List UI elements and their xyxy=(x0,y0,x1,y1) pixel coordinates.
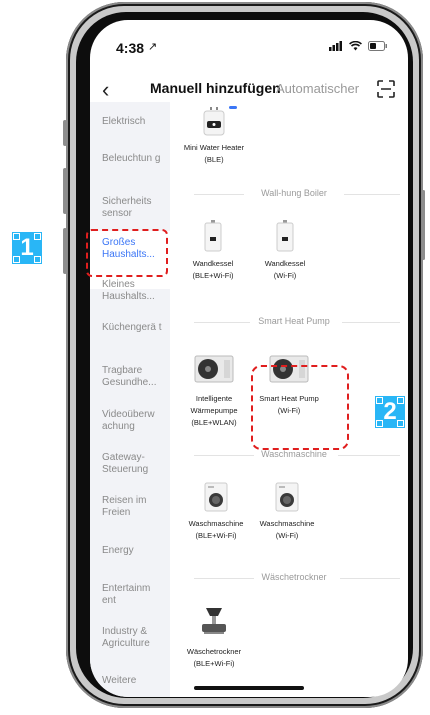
waschmaschine-ble-name: Waschmaschine xyxy=(188,519,244,528)
sidebar-item-videoueberwachung[interactable]: Videoüberw achung xyxy=(102,409,166,433)
section-title: Waschmaschine xyxy=(261,449,327,459)
section-divider xyxy=(344,194,400,195)
waschmaschine-wifi-label[interactable]: Waschmaschine (Wi-Fi) xyxy=(247,518,327,542)
sidebar-item-entertainment[interactable]: Entertainm ent xyxy=(102,583,166,607)
sidebar-item-beleuchtung[interactable]: Beleuchtun g xyxy=(102,153,166,165)
wandkessel-wifi-icon[interactable] xyxy=(276,220,294,257)
status-icons xyxy=(329,41,388,51)
waermepumpe-name: Intelligente xyxy=(195,394,233,403)
sidebar-item-energy[interactable]: Energy xyxy=(102,545,166,557)
waschmaschine-ble-icon[interactable] xyxy=(204,482,228,517)
section-smart-heat-pump: Smart Heat Pump xyxy=(184,316,404,326)
waermepumpe-name2: Wärmepumpe xyxy=(190,406,238,415)
tab-manual-add[interactable]: Manuell hinzufügen xyxy=(150,80,281,96)
waschmaschine-wifi-icon[interactable] xyxy=(275,482,299,517)
home-indicator[interactable] xyxy=(194,686,304,690)
waschmaschine-wifi-sub: (Wi-Fi) xyxy=(275,531,299,540)
mini-water-heater-label[interactable]: Mini Water Heater (BLE) xyxy=(174,142,254,166)
mute-switch xyxy=(63,120,67,146)
badge-corner xyxy=(13,233,20,240)
section-divider xyxy=(194,194,244,195)
power-button xyxy=(422,190,425,260)
annotation-badge-1: 1 xyxy=(12,232,42,264)
waeschetrockner-sub: (BLE+Wi-Fi) xyxy=(193,659,235,668)
waermepumpe-label[interactable]: Intelligente Wärmepumpe (BLE+WLAN) xyxy=(174,393,254,429)
badge-2-number: 2 xyxy=(383,398,397,425)
section-wall-hung-boiler: Wall-hung Boiler xyxy=(184,188,404,198)
back-chevron-icon[interactable]: ‹ xyxy=(102,76,109,104)
scan-icon[interactable] xyxy=(377,80,395,98)
wandkessel-wifi-name: Wandkessel xyxy=(264,259,306,268)
badge-corner xyxy=(397,397,404,404)
mini-water-heater-sub: (BLE) xyxy=(204,155,224,164)
battery-icon xyxy=(368,41,387,51)
category-sidebar: Elektrisch Beleuchtun g Sicherheits sens… xyxy=(90,102,170,697)
mini-water-heater-icon[interactable] xyxy=(202,107,226,142)
mini-water-heater-name: Mini Water Heater xyxy=(183,143,245,152)
badge-corner xyxy=(34,233,41,240)
sidebar-item-tragbare-gesundheit[interactable]: Tragbare Gesundhe... xyxy=(102,365,166,389)
sidebar-item-kuechengeraet[interactable]: Küchengerä t xyxy=(102,322,166,334)
volume-up-button xyxy=(63,168,67,214)
waeschetrockner-icon[interactable] xyxy=(200,606,228,641)
tab-automatic[interactable]: Automatischer xyxy=(276,81,359,96)
waermepumpe-sub: (BLE+WLAN) xyxy=(191,418,237,427)
section-divider xyxy=(338,455,400,456)
sidebar-item-industry[interactable]: Industry & Agriculture xyxy=(102,626,166,650)
sidebar-item-sicherheitssensor[interactable]: Sicherheits sensor xyxy=(102,196,166,220)
badge-corner xyxy=(13,256,20,263)
badge-corner xyxy=(376,420,383,427)
section-waschmaschine: Waschmaschine xyxy=(184,449,404,459)
wandkessel-ble-name: Wandkessel xyxy=(192,259,234,268)
section-waeschetrockner: Wäschetrockner xyxy=(184,572,404,582)
sidebar-item-weitere[interactable]: Weitere xyxy=(102,675,166,687)
volume-down-button xyxy=(63,228,67,274)
waeschetrockner-name: Wäschetrockner xyxy=(186,647,242,656)
section-title: Wäschetrockner xyxy=(261,572,327,582)
wandkessel-ble-icon[interactable] xyxy=(204,220,222,257)
section-divider xyxy=(194,455,254,456)
status-bar: 4:38 ↗ xyxy=(90,20,408,66)
annotation-box-2 xyxy=(251,365,349,450)
location-arrow-icon: ↗ xyxy=(148,41,158,53)
sidebar-item-reisen[interactable]: Reisen im Freien xyxy=(102,495,166,519)
wifi-icon xyxy=(349,41,362,51)
section-divider xyxy=(194,578,254,579)
section-title: Wall-hung Boiler xyxy=(261,188,327,198)
badge-corner xyxy=(397,420,404,427)
annotation-box-1 xyxy=(86,229,168,277)
wandkessel-wifi-sub: (Wi-Fi) xyxy=(273,271,297,280)
waermepumpe-icon[interactable] xyxy=(194,354,234,391)
badge-corner xyxy=(376,397,383,404)
badge-corner xyxy=(34,256,41,263)
section-divider xyxy=(340,578,400,579)
wandkessel-ble-sub: (BLE+Wi-Fi) xyxy=(192,271,234,280)
status-time: 4:38 xyxy=(116,40,145,56)
waschmaschine-ble-sub: (BLE+Wi-Fi) xyxy=(195,531,237,540)
signal-icon xyxy=(329,41,342,51)
section-title: Smart Heat Pump xyxy=(258,316,330,326)
sidebar-item-gateway-steuerung[interactable]: Gateway- Steuerung xyxy=(102,452,166,476)
sidebar-item-elektrisch[interactable]: Elektrisch xyxy=(102,116,166,128)
sidebar-item-kleines-haushalt[interactable]: Kleines Haushalts... xyxy=(102,279,166,303)
section-divider xyxy=(342,322,400,323)
waschmaschine-ble-label[interactable]: Waschmaschine (BLE+Wi-Fi) xyxy=(176,518,256,542)
waeschetrockner-label[interactable]: Wäschetrockner (BLE+Wi-Fi) xyxy=(174,646,254,670)
badge-1-number: 1 xyxy=(20,234,34,261)
section-divider xyxy=(194,322,250,323)
wandkessel-ble-label[interactable]: Wandkessel (BLE+Wi-Fi) xyxy=(173,258,253,282)
waschmaschine-wifi-name: Waschmaschine xyxy=(259,519,315,528)
phone-screen: 4:38 ↗ ‹ Manuell hinzufügen Automatische… xyxy=(90,20,408,697)
annotation-badge-2: 2 xyxy=(375,396,405,428)
wandkessel-wifi-label[interactable]: Wandkessel (Wi-Fi) xyxy=(245,258,325,282)
